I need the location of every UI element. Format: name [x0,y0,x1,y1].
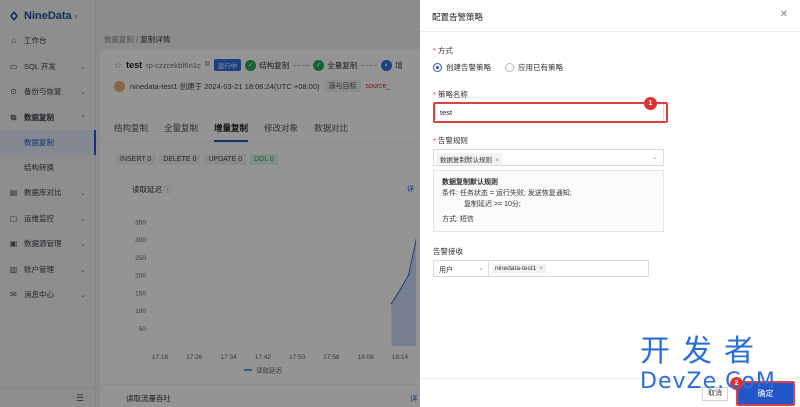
rule-condition-1: 条件: 任务状态 = 运行失败; 发送恢复通知; [442,190,572,197]
remove-chip-icon[interactable]: × [539,265,543,272]
mode-label: * 方式 [433,46,453,55]
chevron-down-icon: ⌄ [652,154,658,161]
rule-detail-box: 数据复制默认规则 条件: 任务状态 = 运行失败; 发送恢复通知; 复制延迟 >… [433,170,664,232]
mode-radio-group: 创建告警策略 应用已有策略 [433,62,563,73]
watermark-en: DevZe.CoM [640,369,776,394]
radio-checked-icon [433,63,442,72]
rule-condition-2: 复制延迟 >= 10分; [464,201,521,208]
radio-unchecked-icon [505,63,514,72]
receiver-row: 用户 ⌄ ninedata-test1 × [433,260,649,277]
rule-detail-title: 数据复制默认规则 [442,179,498,186]
remove-chip-icon[interactable]: × [495,157,499,164]
radio-apply-existing[interactable]: 应用已有策略 [505,62,563,73]
annotation-marker-1: 1 [644,97,657,110]
receiver-users-select[interactable]: ninedata-test1 × [489,260,649,277]
drawer-header: 配置告警策略 ✕ [420,0,800,32]
annotation-highlight-1 [433,102,668,123]
radio-create-policy[interactable]: 创建告警策略 [433,62,491,73]
watermark-cn: 开发者 [640,334,766,369]
drawer-title: 配置告警策略 [432,12,484,22]
alert-rules-label: * 告警规则 [433,136,468,145]
policy-name-label: * 策略名称 [433,90,468,99]
modal-overlay[interactable] [0,0,420,407]
close-icon[interactable]: ✕ [780,9,788,20]
receiver-type-select[interactable]: 用户 ⌄ [433,260,489,277]
watermark: 开发者 DevZe.CoM [640,335,800,401]
rule-method: 方式: 短信 [442,216,474,223]
alert-rules-select[interactable]: 数据复制默认规则 × ⌄ [433,149,664,166]
rule-chip: 数据复制默认规则 × [437,153,502,165]
receiver-label: 告警接收 [433,247,463,256]
receiver-chip: ninedata-test1 × [492,264,546,273]
chevron-down-icon: ⌄ [478,265,484,272]
